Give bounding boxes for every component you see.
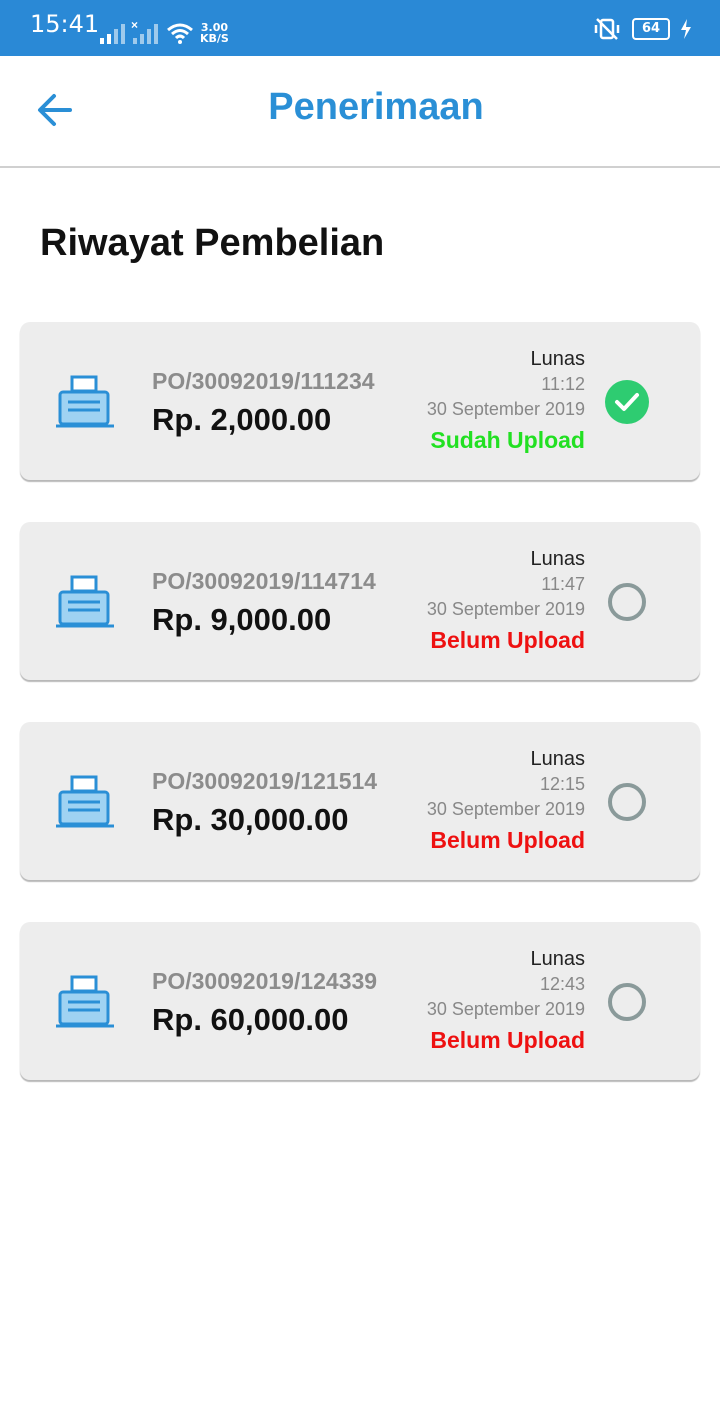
po-number: PO/30092019/111234 — [152, 368, 375, 394]
order-date: 30 September 2019 — [426, 399, 585, 419]
unchecked-circle-icon[interactable] — [604, 979, 650, 1025]
page-title: Penerimaan — [268, 86, 484, 128]
order-card[interactable]: PO/30092019/111234 Rp. 2,000.00 Lunas 11… — [20, 322, 700, 480]
order-amount: Rp. 30,000.00 — [152, 802, 349, 837]
po-number: PO/30092019/124339 — [152, 968, 378, 994]
signal-icon — [100, 24, 125, 44]
order-amount: Rp. 60,000.00 — [152, 1002, 349, 1037]
status-icons: × 3.00 KB/S — [100, 14, 229, 44]
vibrate-off-icon — [594, 18, 620, 40]
po-number: PO/30092019/114714 — [152, 568, 376, 594]
upload-status: Belum Upload — [430, 627, 585, 653]
order-date: 30 September 2019 — [426, 799, 585, 819]
clock: 15:41 — [30, 10, 100, 38]
order-date: 30 September 2019 — [426, 599, 585, 619]
order-time: 12:15 — [539, 774, 585, 794]
unchecked-circle-icon[interactable] — [604, 579, 650, 625]
order-card[interactable]: PO/30092019/124339 Rp. 60,000.00 Lunas 1… — [20, 922, 700, 1080]
unchecked-circle-icon[interactable] — [604, 779, 650, 825]
order-meta: Lunas 11:47 30 September 2019 Belum Uplo… — [427, 546, 585, 658]
order-time: 11:47 — [541, 574, 585, 594]
section-title: Riwayat Pembelian — [40, 222, 385, 264]
upload-status: Belum Upload — [430, 1027, 585, 1053]
receipt-register-icon — [56, 775, 114, 828]
order-date: 30 September 2019 — [426, 999, 585, 1019]
status-bar: 15:41 × 3.00 KB/S 64 — [0, 0, 720, 56]
order-amount: Rp. 9,000.00 — [152, 602, 332, 637]
order-time: 12:43 — [539, 974, 585, 994]
order-meta: Lunas 12:43 30 September 2019 Belum Uplo… — [427, 946, 585, 1058]
status-icons-right: 64 — [592, 14, 692, 44]
network-speed: 3.00 KB/S — [200, 21, 229, 45]
charging-icon — [681, 19, 691, 39]
upload-status: Sudah Upload — [430, 427, 585, 453]
order-amount: Rp. 2,000.00 — [152, 402, 332, 437]
battery-indicator: 64 — [632, 18, 670, 40]
app-bar: Penerimaan — [0, 56, 720, 168]
wifi-icon — [167, 23, 193, 44]
receipt-register-icon — [56, 975, 114, 1028]
payment-status: Lunas — [530, 948, 586, 970]
order-time: 11:12 — [541, 374, 585, 394]
upload-status: Belum Upload — [430, 827, 585, 853]
order-meta: Lunas 12:15 30 September 2019 Belum Uplo… — [427, 746, 585, 858]
payment-status: Lunas — [530, 748, 586, 770]
po-number: PO/30092019/121514 — [152, 768, 378, 794]
order-card[interactable]: PO/30092019/114714 Rp. 9,000.00 Lunas 11… — [20, 522, 700, 680]
order-meta: Lunas 11:12 30 September 2019 Sudah Uplo… — [427, 346, 585, 458]
receipt-register-icon — [56, 375, 114, 428]
payment-status: Lunas — [530, 548, 586, 570]
payment-status: Lunas — [530, 348, 586, 370]
receipt-register-icon — [56, 575, 114, 628]
check-circle-icon[interactable] — [604, 379, 650, 425]
order-card[interactable]: PO/30092019/121514 Rp. 30,000.00 Lunas 1… — [20, 722, 700, 880]
signal-no-service-icon: × — [131, 18, 158, 44]
